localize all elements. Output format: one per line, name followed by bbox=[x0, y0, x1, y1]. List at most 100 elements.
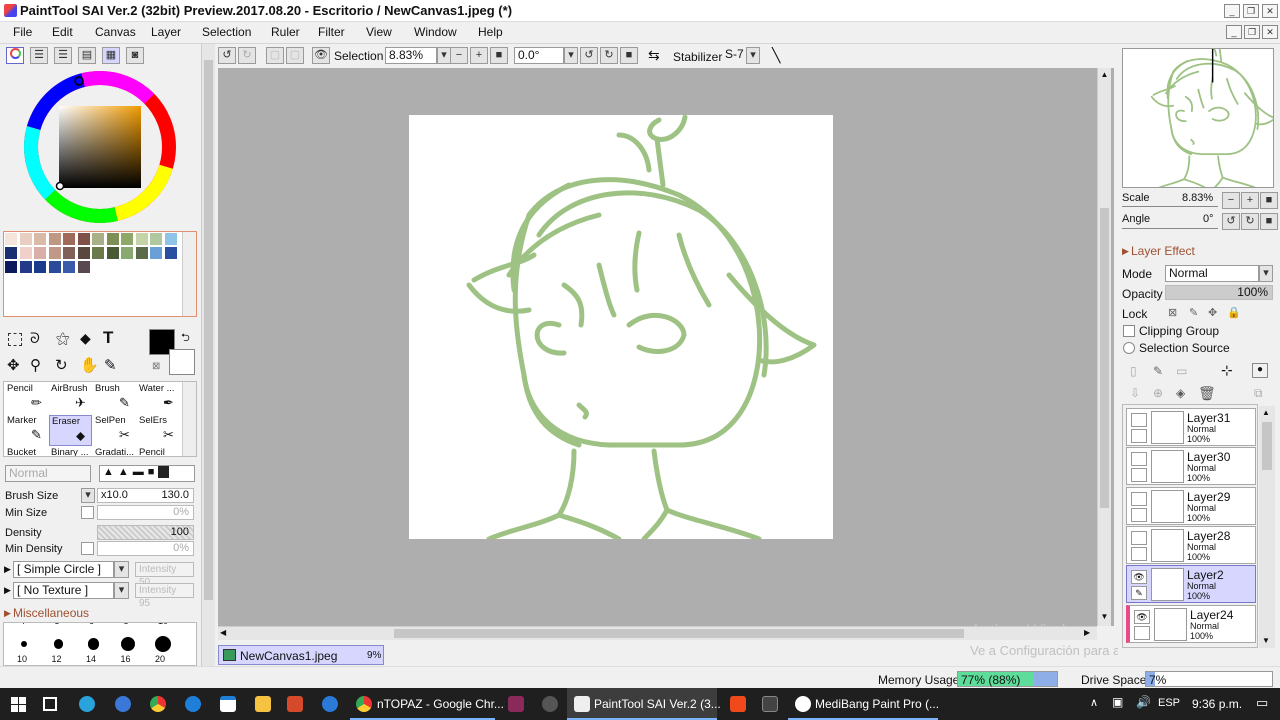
texture-field[interactable]: [ No Texture ] bbox=[13, 582, 114, 599]
layer-opacity-bar[interactable]: 100% bbox=[1165, 285, 1273, 300]
close-button[interactable]: ✕ bbox=[1262, 4, 1278, 18]
color-swatch[interactable] bbox=[135, 233, 148, 245]
hsv-slider-icon[interactable]: ☰ bbox=[54, 47, 72, 64]
color-swatch[interactable] bbox=[5, 233, 17, 245]
color-swatch[interactable] bbox=[63, 233, 75, 245]
layer-mode-dropdown-icon[interactable]: ▾ bbox=[1259, 265, 1273, 282]
flip-icon[interactable]: ⇆ bbox=[648, 47, 660, 64]
color-swatch[interactable] bbox=[106, 247, 119, 259]
angle-reset-icon[interactable]: ■ bbox=[1260, 213, 1278, 230]
ruler-icon[interactable]: ⊹ bbox=[1221, 362, 1233, 379]
selection-source-label[interactable]: Selection Source bbox=[1139, 341, 1230, 355]
delete-layer-icon[interactable]: 🗑 bbox=[1198, 385, 1216, 402]
color-swatch[interactable] bbox=[34, 247, 46, 259]
brush-preset[interactable]: Brush ✎ bbox=[93, 383, 136, 414]
rotation-field[interactable]: 0.0° bbox=[514, 47, 564, 64]
brush-preset[interactable]: Pencil✏ bbox=[5, 383, 48, 414]
left-panel-scroll-thumb[interactable] bbox=[204, 60, 213, 600]
lock-move-icon[interactable]: ✥ bbox=[1208, 306, 1217, 319]
layer-scroll-down-icon[interactable]: ▼ bbox=[1262, 636, 1270, 645]
brush-shape-field[interactable]: [ Simple Circle ] bbox=[13, 561, 114, 578]
layer-list-scrollbar[interactable]: ▲ ▼ bbox=[1259, 406, 1275, 648]
swatch-palette[interactable] bbox=[3, 231, 197, 317]
color-swatch[interactable] bbox=[19, 261, 32, 273]
clock[interactable]: 9:36 p.m. bbox=[1192, 697, 1242, 711]
lasso-icon[interactable]: ᘐ bbox=[30, 330, 40, 347]
brush-dot-preset[interactable] bbox=[121, 636, 136, 652]
redo-icon[interactable]: ↻ bbox=[238, 47, 256, 64]
color-swatch[interactable] bbox=[164, 247, 177, 259]
swatch-list-icon[interactable]: ▤ bbox=[78, 47, 96, 64]
layer-edit-icon[interactable] bbox=[1131, 507, 1147, 522]
canvas-viewport[interactable]: Activar Windows bbox=[218, 68, 1114, 640]
menu-help[interactable]: Help bbox=[478, 25, 503, 39]
document-tab[interactable]: NewCanvas1.jpeg 9% bbox=[218, 645, 384, 665]
color-swatch[interactable] bbox=[48, 247, 61, 259]
doc-close-button[interactable]: ✕ bbox=[1262, 25, 1278, 39]
layer-row[interactable]: Layer31 Normal 100% bbox=[1126, 408, 1256, 446]
canvas-sketch[interactable] bbox=[409, 115, 833, 539]
zoom-reset-icon[interactable]: ■ bbox=[490, 47, 508, 64]
min-size-bar[interactable]: 0% bbox=[97, 505, 194, 520]
clipping-group-checkbox[interactable] bbox=[1123, 325, 1135, 337]
rotate-ccw-icon[interactable]: ↺ bbox=[580, 47, 598, 64]
color-swatch[interactable] bbox=[34, 261, 46, 273]
rotate-cw-icon[interactable]: ↻ bbox=[600, 47, 618, 64]
brush-preset[interactable]: Pencil✏ bbox=[137, 447, 180, 456]
layer-visibility-icon[interactable] bbox=[1131, 413, 1147, 427]
color-swatch[interactable] bbox=[63, 247, 75, 259]
canvas-vscrollbar[interactable]: ▲ ▼ bbox=[1097, 68, 1111, 626]
rgb-slider-icon[interactable]: ☰ bbox=[30, 47, 48, 64]
wps-office-icon[interactable] bbox=[287, 696, 303, 712]
select-color-icon[interactable]: ◆ bbox=[80, 330, 91, 347]
windows-start-icon[interactable] bbox=[11, 697, 26, 712]
navigator-preview[interactable] bbox=[1122, 48, 1274, 188]
color-swatch[interactable] bbox=[121, 247, 133, 259]
brush-preset[interactable]: Bucket▬ bbox=[5, 447, 48, 456]
color-wheel-mode-icon[interactable] bbox=[6, 47, 24, 64]
color-swatch[interactable] bbox=[19, 233, 32, 245]
file-explorer-icon[interactable] bbox=[255, 696, 271, 712]
layer-row[interactable]: Layer30 Normal 100% bbox=[1126, 447, 1256, 486]
layer-edit-icon[interactable] bbox=[1131, 429, 1147, 443]
menu-ruler[interactable]: Ruler bbox=[271, 25, 300, 39]
scale-slider-line[interactable] bbox=[1122, 206, 1218, 207]
selection-source-radio[interactable] bbox=[1123, 342, 1135, 354]
canvas-hscrollbar[interactable]: ◀ ▶ bbox=[218, 626, 1097, 640]
tray-chevron-icon[interactable]: ∧ bbox=[1090, 696, 1098, 709]
stabilizer-dropdown-icon[interactable]: ▾ bbox=[746, 47, 760, 64]
zoom-field[interactable]: 8.83% bbox=[385, 47, 437, 64]
layer-row[interactable]: Layer28 Normal 100% bbox=[1126, 525, 1256, 564]
layer-scroll-thumb[interactable] bbox=[1262, 422, 1272, 470]
menu-layer[interactable]: Layer bbox=[151, 25, 181, 39]
brush-preset[interactable]: Eraser ⬥ bbox=[49, 415, 92, 446]
rar-app-icon[interactable] bbox=[508, 696, 524, 712]
hscroll-left-icon[interactable]: ◀ bbox=[220, 628, 226, 637]
vscroll-thumb[interactable] bbox=[1100, 208, 1109, 508]
blend-mode-field[interactable]: Normal bbox=[5, 465, 91, 482]
brush-preset[interactable]: Binary ...▬ bbox=[49, 447, 92, 456]
brush-size-bar[interactable]: x10.0 130.0 bbox=[97, 488, 194, 503]
angle-slider-line[interactable] bbox=[1122, 228, 1218, 229]
layer-visibility-icon[interactable] bbox=[1131, 530, 1147, 545]
brush-grid-scroll-icon[interactable] bbox=[182, 382, 196, 456]
app-icon-blue[interactable] bbox=[322, 696, 338, 712]
undo-icon[interactable]: ↺ bbox=[218, 47, 236, 64]
color-swatch[interactable] bbox=[48, 261, 61, 273]
color-swatch[interactable] bbox=[19, 247, 32, 259]
color-swatch[interactable] bbox=[92, 233, 104, 245]
menu-selection[interactable]: Selection bbox=[202, 25, 251, 39]
task-view-icon[interactable] bbox=[43, 697, 57, 711]
clear-layer-icon[interactable]: ◈ bbox=[1176, 386, 1185, 400]
menu-canvas[interactable]: Canvas bbox=[95, 25, 136, 39]
color-swatch[interactable] bbox=[106, 233, 119, 245]
brush-preset[interactable]: Gradati...▬ bbox=[93, 447, 136, 456]
new-linework-icon[interactable]: ✎ bbox=[1153, 364, 1163, 378]
layer-edit-icon[interactable] bbox=[1131, 546, 1147, 561]
layer-scroll-up-icon[interactable]: ▲ bbox=[1262, 408, 1270, 417]
layer-visibility-icon[interactable]: 👁 bbox=[1131, 570, 1147, 585]
brush-dot-preset[interactable] bbox=[20, 640, 27, 648]
color-swatch[interactable] bbox=[63, 261, 75, 273]
rotation-dropdown-icon[interactable]: ▾ bbox=[564, 47, 578, 64]
language-indicator[interactable]: ESP bbox=[1158, 697, 1180, 709]
